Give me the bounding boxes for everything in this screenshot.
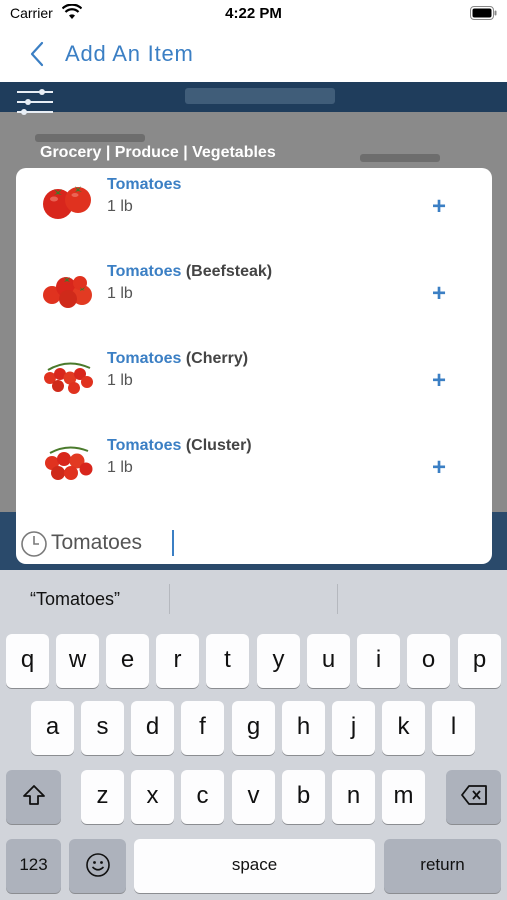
item-name-match: Tomatoes [107,350,182,367]
key-p[interactable]: p [458,634,501,688]
key-y[interactable]: y [257,634,300,688]
key-w[interactable]: w [56,634,99,688]
list-item[interactable]: Tomatoes (Beefsteak) 1 lb + [16,255,492,341]
space-key[interactable]: space [134,839,375,893]
key-t[interactable]: t [206,634,249,688]
key-s[interactable]: s [81,701,124,755]
shift-key[interactable] [6,770,61,824]
status-bar: Carrier 4:22 PM [0,0,507,28]
key-j[interactable]: j [332,701,375,755]
key-h[interactable]: h [282,701,325,755]
status-time: 4:22 PM [225,5,282,22]
key-i[interactable]: i [357,634,400,688]
emoji-key[interactable] [69,839,126,893]
key-l[interactable]: l [432,701,475,755]
key-g[interactable]: g [232,701,275,755]
key-e[interactable]: e [106,634,149,688]
item-name-variant: (Cluster) [181,437,252,454]
battery-icon [470,6,497,20]
suggestion-divider [337,584,338,614]
item-quantity: 1 lb [107,372,133,389]
backspace-icon [460,785,487,805]
tomato-image [45,446,93,480]
suggestion-divider [169,584,170,614]
navigation-bar: Add An Item [0,28,507,82]
on-screen-keyboard: “Tomatoes” q w e r t y u i o p a s d f g… [0,570,507,900]
category-breadcrumb: Grocery | Produce | Vegetables [40,144,276,161]
tomato-image [44,362,93,394]
emoji-smiley-icon [85,853,110,877]
suggestion-bar: “Tomatoes” [0,570,507,632]
list-item[interactable]: Tomatoes 1 lb + [16,168,492,254]
key-b[interactable]: b [282,770,325,824]
item-quantity: 1 lb [107,198,133,215]
add-item-button[interactable]: + [426,194,452,220]
key-o[interactable]: o [407,634,450,688]
background-header-strip [0,82,507,112]
key-x[interactable]: x [131,770,174,824]
item-name-match: Tomatoes [107,437,182,454]
tomato-image [43,276,92,308]
search-input-value[interactable]: Tomatoes [51,531,142,555]
key-u[interactable]: u [307,634,350,688]
item-name-match: Tomatoes [107,176,182,193]
item-quantity: 1 lb [107,285,133,302]
item-name-variant: (Beefsteak) [181,263,273,280]
item-name-match: Tomatoes [107,263,182,280]
key-r[interactable]: r [156,634,199,688]
key-d[interactable]: d [131,701,174,755]
shift-arrow-icon [22,785,45,805]
text-cursor [172,530,174,556]
clock-icon[interactable] [20,530,48,558]
add-item-button[interactable]: + [426,368,452,394]
key-n[interactable]: n [332,770,375,824]
item-name: Tomatoes (Cherry) [107,350,248,368]
background-blurred-text [360,154,440,162]
search-input[interactable]: Tomatoes [16,522,492,564]
key-f[interactable]: f [181,701,224,755]
return-key[interactable]: return [384,839,501,893]
chevron-left-icon[interactable] [28,40,46,68]
list-item[interactable]: Tomatoes (Cherry) 1 lb + [16,342,492,428]
item-name: Tomatoes [107,176,181,194]
numbers-key[interactable]: 123 [6,839,61,893]
suggestion-item[interactable]: “Tomatoes” [30,589,120,610]
key-v[interactable]: v [232,770,275,824]
background-blurred-text [35,134,145,142]
search-results-list: Tomatoes 1 lb + Tomatoes (Beefsteak) 1 l… [16,168,492,564]
item-name: Tomatoes (Cluster) [107,437,252,455]
key-m[interactable]: m [382,770,425,824]
page-title: Add An Item [65,41,194,66]
tomato-image [43,186,91,219]
key-q[interactable]: q [6,634,49,688]
sliders-icon[interactable] [16,87,54,117]
key-c[interactable]: c [181,770,224,824]
key-z[interactable]: z [81,770,124,824]
list-item[interactable]: Tomatoes (Cluster) 1 lb + [16,429,492,515]
add-item-button[interactable]: + [426,455,452,481]
background-blurred-title [185,88,335,104]
key-a[interactable]: a [31,701,74,755]
delete-key[interactable] [446,770,501,824]
key-k[interactable]: k [382,701,425,755]
item-quantity: 1 lb [107,459,133,476]
item-name-variant: (Cherry) [181,350,249,367]
add-item-button[interactable]: + [426,281,452,307]
item-name: Tomatoes (Beefsteak) [107,263,272,281]
